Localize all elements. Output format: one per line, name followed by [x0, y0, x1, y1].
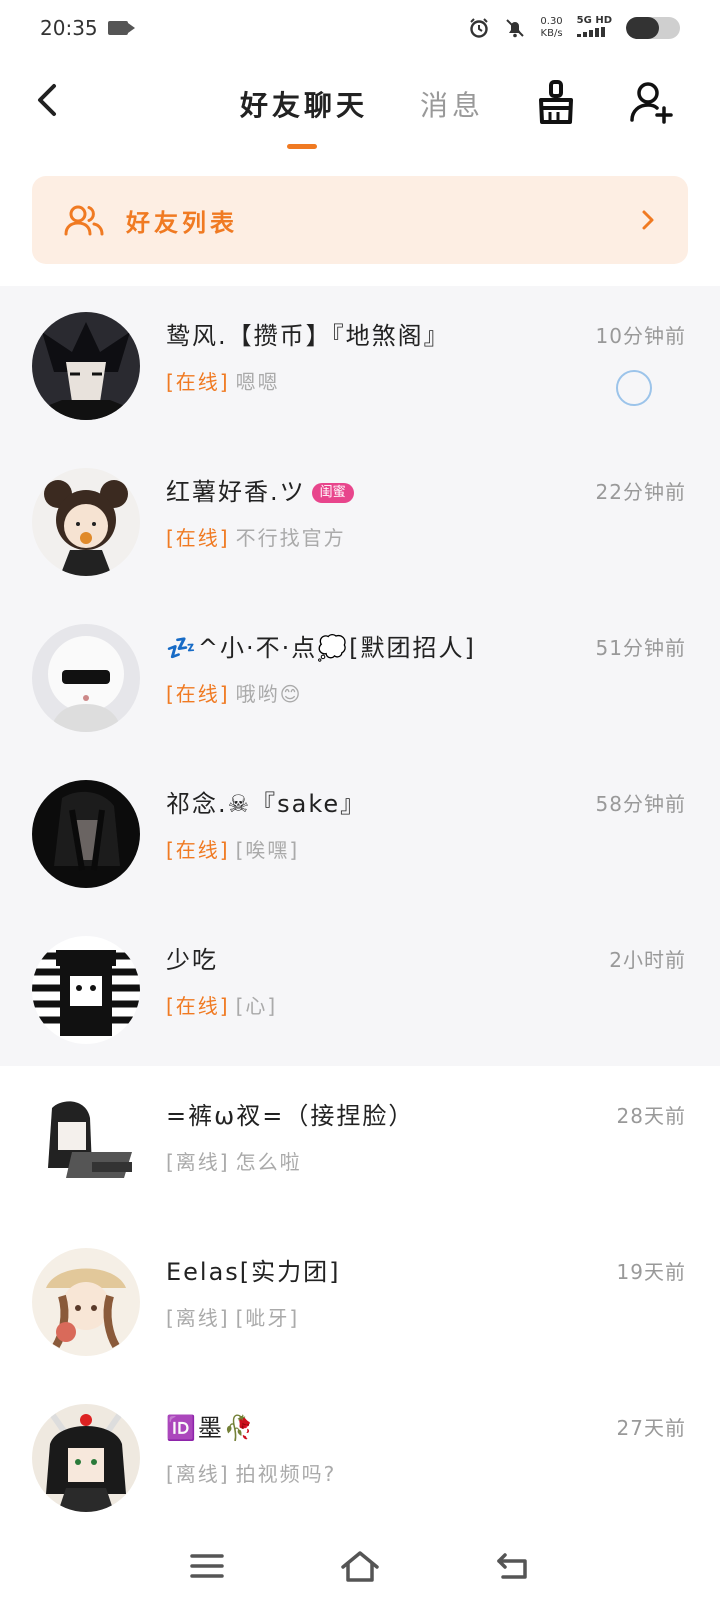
chat-time: 22分钟前 [595, 480, 686, 504]
online-status: [在线] [166, 370, 230, 394]
online-status: [在线] [166, 526, 230, 550]
bestie-badge: 闺蜜 [311, 483, 354, 503]
net-speed-value: 0.30 [540, 16, 563, 27]
offline-status: [离线] [166, 1462, 230, 1486]
offline-status: [离线] [166, 1306, 230, 1330]
add-friend-button[interactable] [628, 78, 676, 126]
last-message: 哦哟😊 [235, 682, 303, 706]
chat-preview: [离线] 怎么啦 [166, 1146, 302, 1175]
chat-preview: [在线] 嗯嗯 [166, 366, 280, 395]
chat-name: =裤ω衩=（接捏脸） [166, 1102, 415, 1130]
chat-preview: [在线] 哦哟😊 [166, 678, 302, 707]
back-nav-button[interactable] [489, 1542, 537, 1590]
battery-indicator [626, 17, 680, 39]
online-status: [在线] [166, 682, 230, 706]
home-icon [341, 1551, 379, 1582]
tab-messages[interactable]: 消息 [420, 84, 484, 124]
chat-item[interactable]: =裤ω衩=（接捏脸） 28天前 [离线] 怎么啦 [0, 1066, 720, 1222]
avatar[interactable] [32, 468, 140, 576]
chevron-right-icon [642, 210, 654, 230]
online-status: [在线] [166, 994, 230, 1018]
net-speed: 0.30 KB/s [540, 16, 562, 40]
chat-preview: [离线] 拍视频吗? [166, 1458, 336, 1487]
avatar[interactable] [32, 936, 140, 1044]
offline-status: [离线] [166, 1150, 230, 1174]
last-message: [唉嘿] [235, 838, 300, 862]
signal-bars-icon [576, 27, 605, 37]
chat-time: 2小时前 [609, 948, 686, 972]
chat-name: 祁念.☠『sake』 [166, 790, 367, 818]
chat-item[interactable]: 少吃 2小时前 [在线] [心] [0, 910, 720, 1066]
chat-item[interactable]: 祁念.☠『sake』 58分钟前 [在线] [唉嘿] [0, 754, 720, 910]
last-message: 拍视频吗? [235, 1462, 337, 1486]
status-bar: 20:35 0.30 KB/s 5G HD [0, 0, 720, 56]
clean-button[interactable] [532, 78, 580, 126]
avatar[interactable] [32, 780, 140, 888]
avatar[interactable] [32, 624, 140, 732]
return-icon [497, 1553, 528, 1579]
home-button[interactable] [336, 1542, 384, 1590]
network-label: 5G HD [576, 15, 612, 26]
add-user-icon [630, 82, 673, 124]
chat-preview: [在线] [唉嘿] [166, 834, 299, 863]
chat-item[interactable]: 红薯好香.ツ 闺蜜 22分钟前 [在线] 不行找官方 [0, 442, 720, 598]
last-message: 不行找官方 [235, 526, 346, 550]
avatar[interactable] [32, 1248, 140, 1356]
menu-icon [189, 1554, 224, 1578]
back-button[interactable] [28, 80, 68, 120]
chat-time: 10分钟前 [595, 324, 686, 348]
chat-name: 🆔墨🥀 [166, 1414, 256, 1442]
chat-item[interactable]: 鸷风.【攒币】『地煞阁』 10分钟前 [在线] 嗯嗯 [0, 286, 720, 442]
chat-name: 红薯好香.ツ 闺蜜 [166, 472, 354, 507]
chat-name: 💤^小·不·点💭[默团招人] [166, 634, 476, 662]
chat-time: 27天前 [616, 1416, 686, 1440]
last-message: [心] [235, 994, 278, 1018]
chat-preview: [在线] [心] [166, 990, 277, 1019]
alarm-icon [468, 17, 490, 39]
last-message: [呲牙] [235, 1306, 300, 1330]
last-message: 嗯嗯 [235, 370, 280, 394]
friend-list-banner[interactable]: 好友列表 [32, 176, 688, 264]
chat-preview: [在线] 不行找官方 [166, 522, 346, 551]
chat-item[interactable]: Eelas[实力团] 19天前 [离线] [呲牙] [0, 1222, 720, 1378]
menu-button[interactable] [183, 1542, 231, 1590]
chat-preview: [离线] [呲牙] [166, 1302, 299, 1331]
avatar[interactable] [32, 1404, 140, 1512]
chat-name: Eelas[实力团] [166, 1258, 341, 1286]
mute-bell-icon [504, 17, 526, 39]
chat-time: 19天前 [616, 1260, 686, 1284]
chat-item[interactable]: 💤^小·不·点💭[默团招人] 51分钟前 [在线] 哦哟😊 [0, 598, 720, 754]
chat-name-text: 红薯好香.ツ [166, 478, 306, 506]
chat-time: 51分钟前 [595, 636, 686, 660]
loading-ring [616, 370, 652, 406]
top-header: 好友聊天 消息 [0, 66, 720, 156]
friends-icon [64, 205, 104, 236]
chat-name: 鸷风.【攒币】『地煞阁』 [166, 322, 450, 350]
online-status: [在线] [166, 838, 230, 862]
chat-list: 鸷风.【攒币】『地煞阁』 10分钟前 [在线] 嗯嗯 红薯好香.ツ 闺蜜 22分钟前… [0, 286, 720, 1534]
chat-name: 少吃 [166, 946, 218, 974]
chat-time: 28天前 [616, 1104, 686, 1128]
clock-time: 20:35 [40, 16, 98, 40]
chat-time: 58分钟前 [595, 792, 686, 816]
screen-record-icon [107, 21, 135, 35]
last-message: 怎么啦 [235, 1150, 302, 1174]
battery-fill [626, 17, 660, 39]
chat-item[interactable]: 🆔墨🥀 27天前 [离线] 拍视频吗? [0, 1378, 720, 1534]
active-tab-indicator [287, 144, 317, 149]
tab-friend-chat[interactable]: 好友聊天 [240, 84, 368, 124]
system-nav-bar [0, 1520, 720, 1612]
avatar[interactable] [32, 1092, 140, 1200]
network-signal: 5G HD [576, 15, 612, 41]
avatar[interactable] [32, 312, 140, 420]
friend-list-label: 好友列表 [126, 208, 238, 237]
broom-icon [539, 80, 573, 124]
chevron-left-icon [38, 84, 56, 116]
net-speed-unit: KB/s [540, 28, 563, 39]
